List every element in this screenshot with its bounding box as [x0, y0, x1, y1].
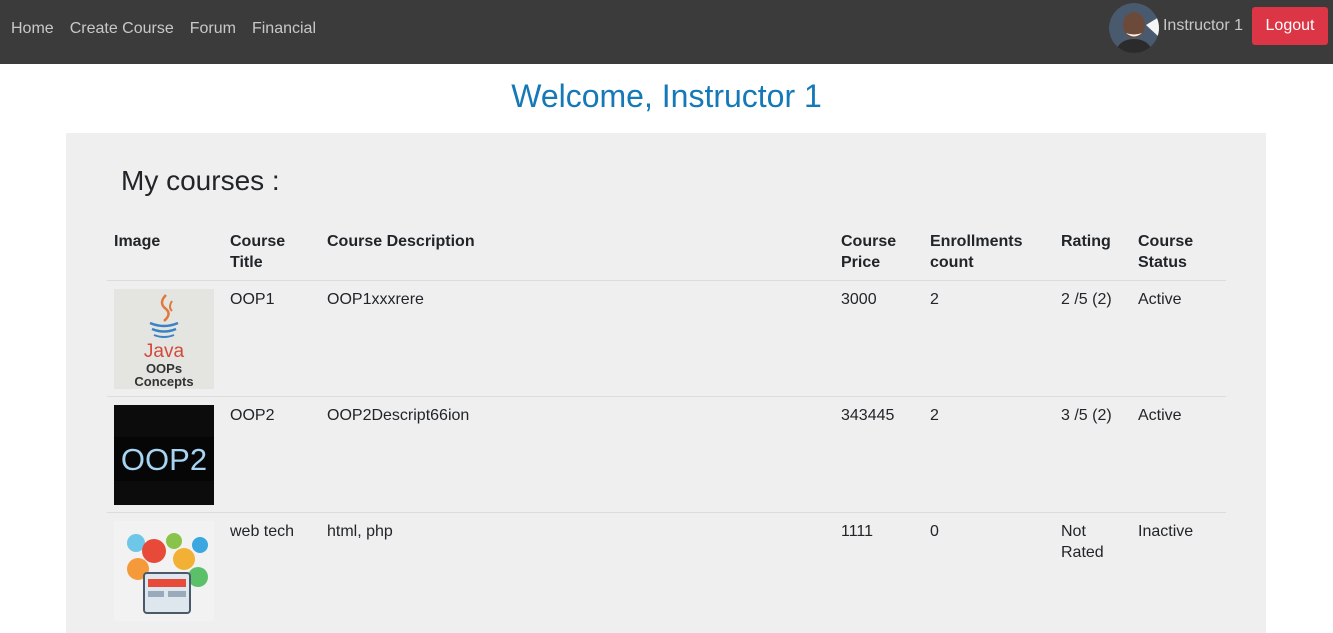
nav-link-create-course[interactable]: Create Course: [70, 20, 174, 38]
course-title: OOP2: [223, 396, 320, 513]
courses-panel: My courses : Image Course Title Course D…: [66, 133, 1266, 633]
nav-link-financial[interactable]: Financial: [252, 20, 316, 38]
course-description: html, php: [320, 512, 834, 628]
course-status: Inactive: [1131, 512, 1226, 628]
course-rating: 3 /5 (2): [1054, 396, 1131, 513]
courses-table: Image Course Title Course Description Co…: [107, 229, 1226, 628]
top-navbar: Home Create Course Forum Financial Instr…: [0, 0, 1333, 64]
col-header-status: Course Status: [1138, 233, 1194, 271]
nav-links: Home Create Course Forum Financial: [11, 0, 332, 58]
enrollments-count: 0: [923, 512, 1054, 628]
my-courses-title: My courses :: [121, 165, 280, 196]
course-image-cell: OOP2: [107, 396, 223, 513]
enrollments-count: 2: [923, 396, 1054, 513]
course-price: 1111: [834, 512, 923, 628]
java-oops-thumbnail[interactable]: Java OOPs Concepts: [114, 289, 214, 389]
svg-text:Concepts: Concepts: [134, 374, 193, 389]
welcome-heading: Welcome, Instructor 1: [511, 78, 822, 114]
course-price: 3000: [834, 280, 923, 397]
table-row[interactable]: web tech html, php 1111 0 Not Rated Inac…: [107, 512, 1226, 628]
col-header-enrollments: Enrollments count: [930, 233, 1023, 271]
table-row[interactable]: Java OOPs Concepts OOP1 OOP1xxxrere 3000…: [107, 280, 1226, 397]
web-tech-thumbnail[interactable]: [114, 521, 214, 621]
course-description: OOP1xxxrere: [320, 280, 834, 397]
course-rating: 2 /5 (2): [1054, 280, 1131, 397]
course-rating: Not Rated: [1054, 512, 1131, 628]
col-header-price: Course Price: [841, 233, 897, 271]
course-status: Active: [1131, 396, 1226, 513]
col-header-rating: Rating: [1061, 233, 1111, 250]
course-image-cell: [107, 512, 223, 628]
col-header-title: Course Title: [230, 233, 286, 271]
course-status: Active: [1131, 280, 1226, 397]
nav-link-forum[interactable]: Forum: [190, 20, 236, 38]
svg-text:Java: Java: [144, 341, 185, 362]
course-title: OOP1: [223, 280, 320, 397]
table-row[interactable]: OOP2 OOP2 OOP2Descript66ion 343445 2 3 /…: [107, 396, 1226, 513]
user-avatar[interactable]: [1108, 3, 1159, 53]
logout-button[interactable]: Logout: [1252, 7, 1328, 45]
course-title: web tech: [223, 512, 320, 628]
col-header-image: Image: [114, 233, 161, 250]
user-name: Instructor 1: [1162, 17, 1243, 34]
user-area: Instructor 1 Logout: [1108, 3, 1328, 53]
nav-link-home[interactable]: Home: [11, 20, 54, 38]
oop2-thumbnail[interactable]: OOP2: [114, 405, 214, 505]
svg-text:OOP2: OOP2: [121, 442, 207, 477]
col-header-description: Course Description: [327, 233, 475, 250]
course-description: OOP2Descript66ion: [320, 396, 834, 513]
course-image-cell: Java OOPs Concepts: [107, 280, 223, 397]
table-header-row: Image Course Title Course Description Co…: [107, 229, 1226, 281]
course-price: 343445: [834, 396, 923, 513]
enrollments-count: 2: [923, 280, 1054, 397]
